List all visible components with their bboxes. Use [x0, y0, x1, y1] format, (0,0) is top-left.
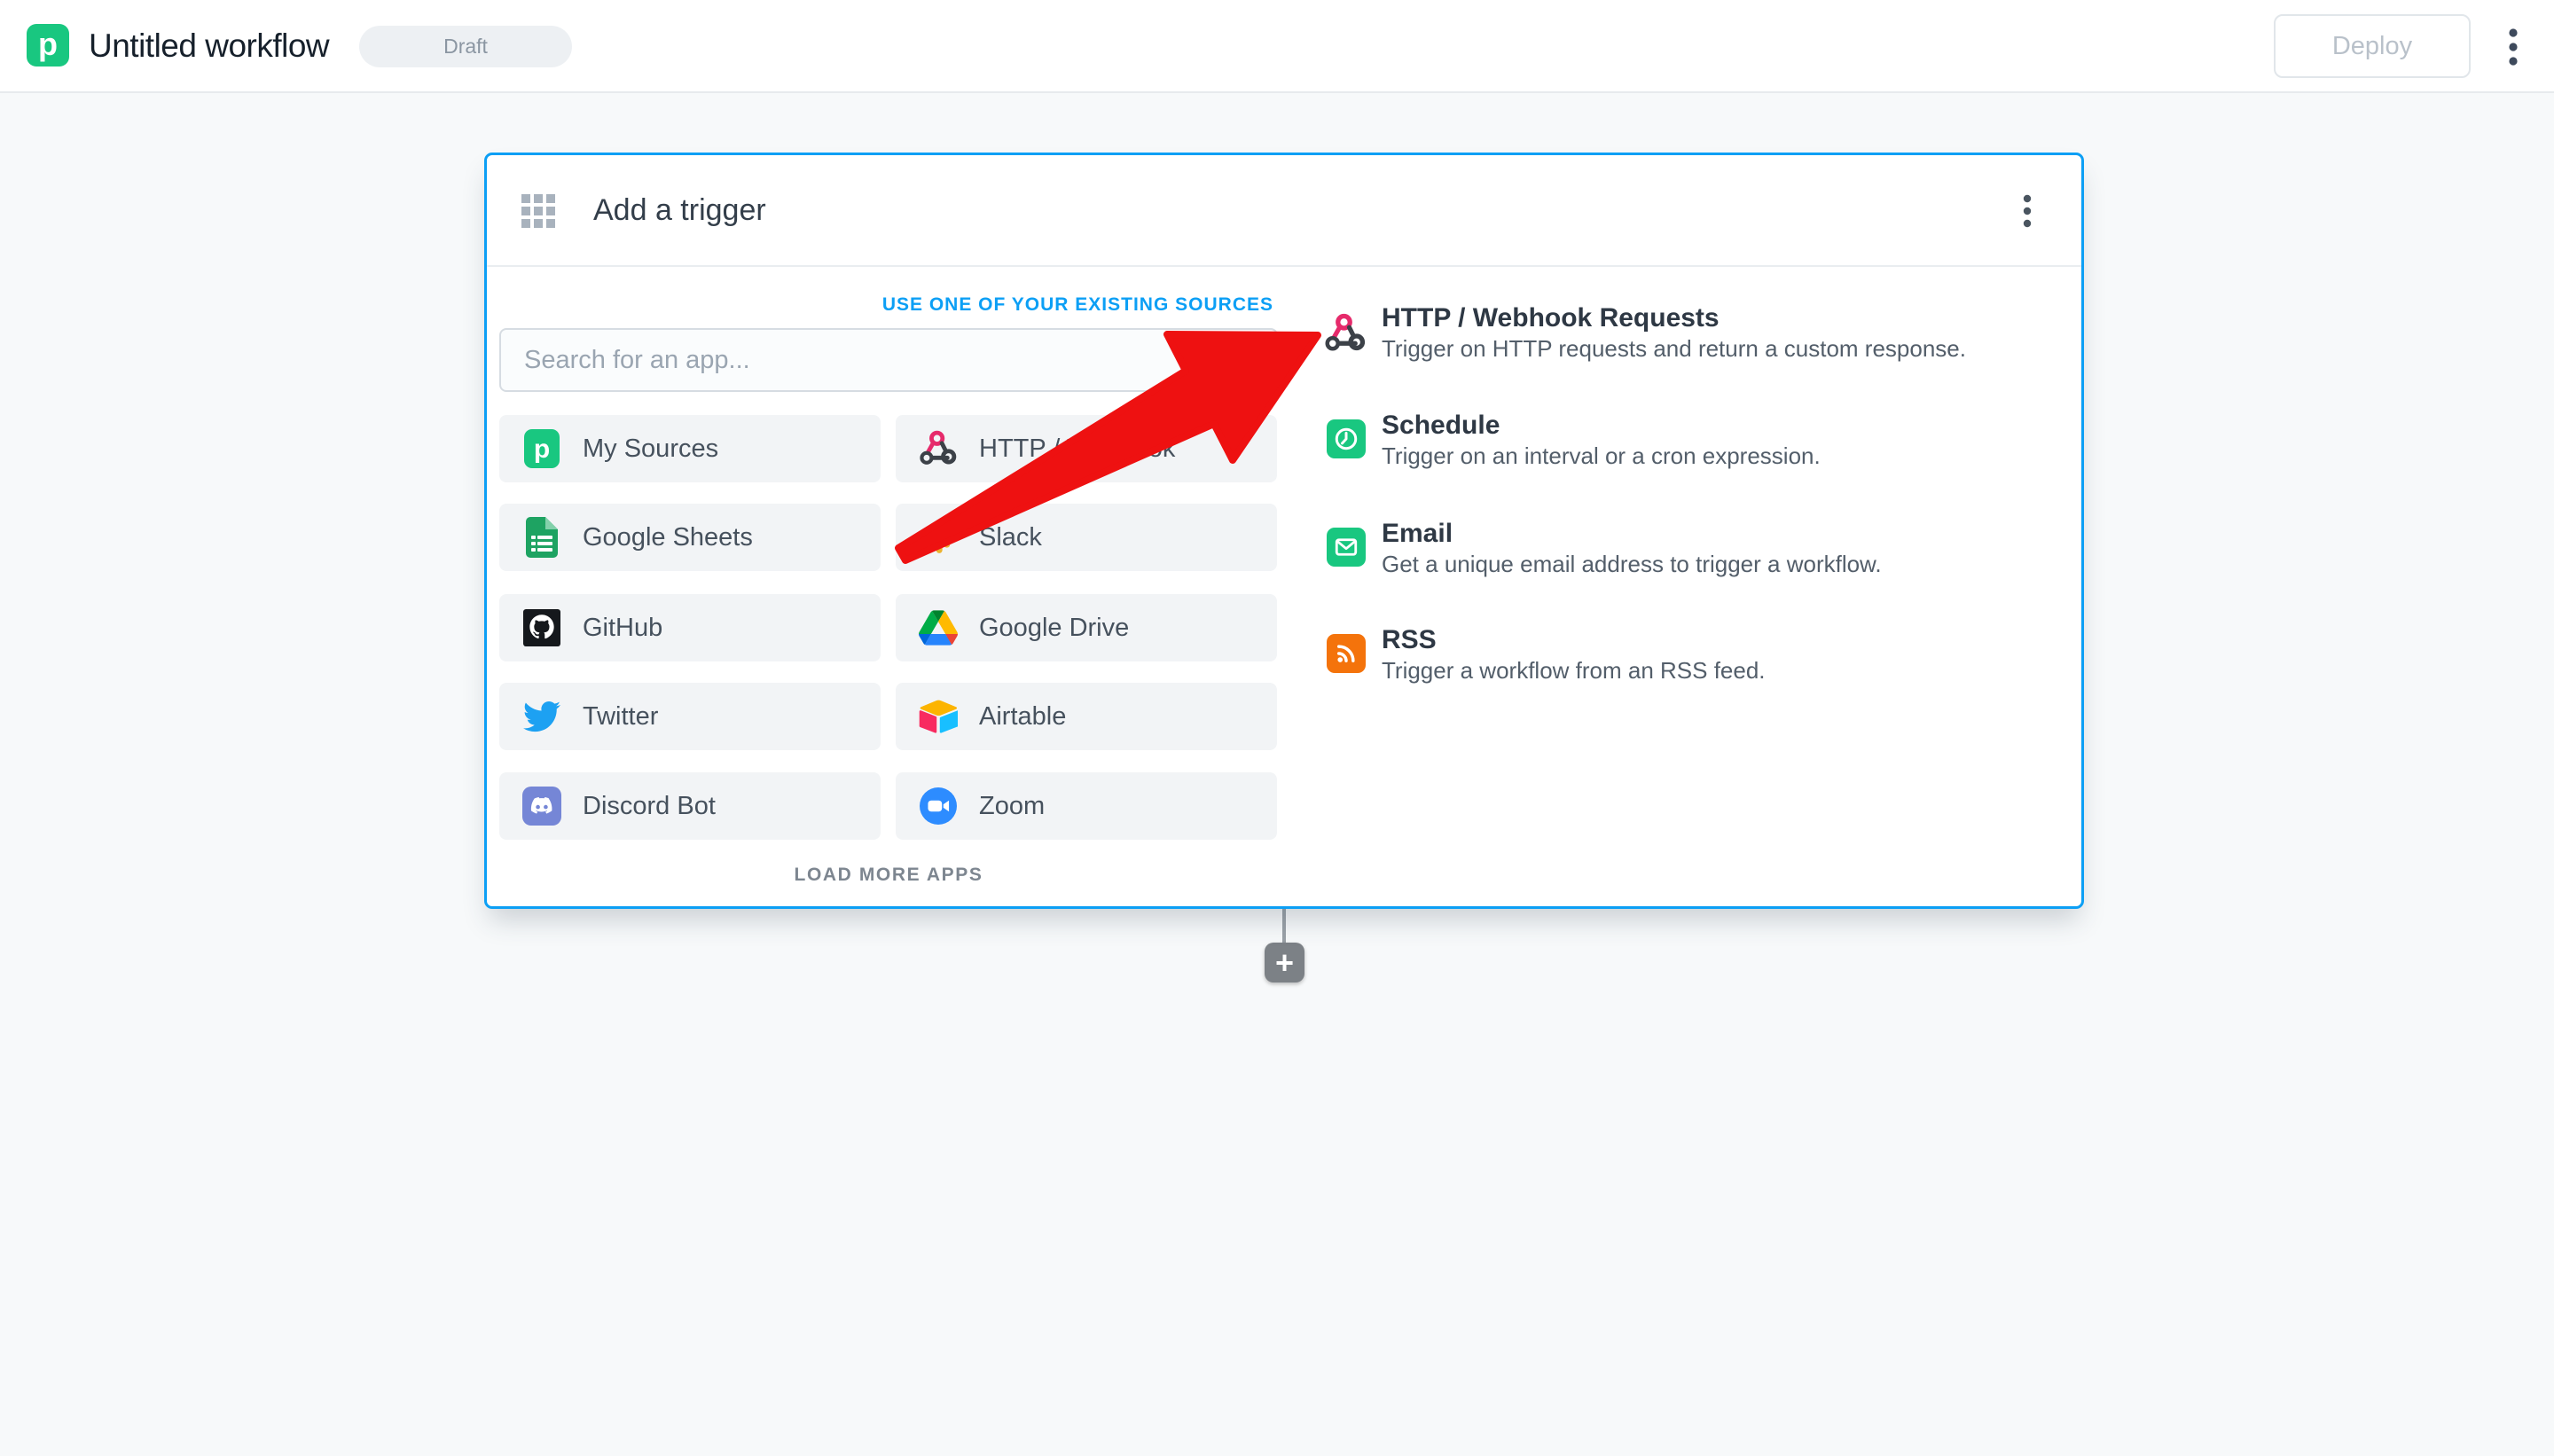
status-badge: Draft [359, 26, 572, 67]
card-menu-icon[interactable] [2019, 194, 2035, 228]
app-tile-airtable[interactable]: Airtable [896, 683, 1277, 750]
svg-text:p: p [534, 434, 550, 464]
app-tile-github[interactable]: GitHub [499, 594, 881, 661]
app-tile-label: Discord Bot [583, 791, 716, 820]
deploy-button[interactable]: Deploy [2274, 14, 2471, 78]
app-tile-google-sheets[interactable]: Google Sheets [499, 504, 881, 571]
trigger-description: Trigger on an interval or a cron express… [1382, 442, 1821, 469]
trigger-description: Trigger a workflow from an RSS feed. [1382, 657, 1766, 684]
slack-icon [919, 518, 958, 557]
workflow-canvas: p Untitled workflow Draft Deploy Add a t… [0, 0, 2554, 1456]
app-tile-label: My Sources [583, 434, 719, 463]
header-menu-icon[interactable] [2504, 27, 2522, 67]
top-bar: p Untitled workflow Draft Deploy [0, 0, 2554, 93]
app-tile-my-sources[interactable]: p My Sources [499, 415, 881, 482]
workflow-title[interactable]: Untitled workflow [89, 0, 330, 91]
webhook-icon [919, 429, 958, 468]
trigger-description: Get a unique email address to trigger a … [1382, 551, 1882, 577]
app-tile-slack[interactable]: Slack [896, 504, 1277, 571]
rss-icon [1327, 634, 1366, 673]
app-tile-label: HTTP / Webhook [979, 434, 1176, 463]
app-tile-label: Airtable [979, 701, 1067, 731]
app-tile-label: Google Sheets [583, 522, 753, 552]
trigger-title: Schedule [1382, 411, 1500, 440]
app-tile-twitter[interactable]: Twitter [499, 683, 881, 750]
google-sheets-icon [522, 517, 561, 558]
app-search-input[interactable] [499, 328, 1278, 392]
clock-icon [1327, 419, 1366, 458]
trigger-item-email[interactable]: Email Get a unique email address to trig… [1327, 517, 2036, 613]
app-tile-google-drive[interactable]: Google Drive [896, 594, 1277, 661]
card-header: Add a trigger [487, 155, 2081, 267]
app-tile-label: Twitter [583, 701, 659, 731]
load-more-apps-link[interactable]: LOAD MORE APPS [499, 865, 1278, 886]
card-title: Add a trigger [593, 192, 766, 227]
airtable-icon [919, 697, 958, 736]
google-drive-icon [919, 608, 958, 647]
trigger-item-http-webhook[interactable]: HTTP / Webhook Requests Trigger on HTTP … [1325, 301, 2036, 397]
app-tile-zoom[interactable]: Zoom [896, 772, 1277, 840]
trigger-description: Trigger on HTTP requests and return a cu… [1382, 335, 1966, 362]
add-step-button[interactable]: + [1265, 943, 1304, 982]
app-tile-label: GitHub [583, 613, 663, 642]
app-tile-label: Google Drive [979, 613, 1130, 642]
pipedream-icon: p [522, 429, 561, 468]
trigger-title: HTTP / Webhook Requests [1382, 303, 1720, 333]
trigger-title: Email [1382, 519, 1453, 548]
connector-line [1282, 909, 1286, 944]
github-icon [522, 608, 561, 647]
app-tile-discord-bot[interactable]: Discord Bot [499, 772, 881, 840]
add-trigger-card: Add a trigger USE ONE OF YOUR EXISTING S… [484, 153, 2084, 909]
drag-handle-icon[interactable] [521, 194, 555, 228]
webhook-icon [1325, 312, 1366, 351]
app-tile-label: Zoom [979, 791, 1046, 820]
app-tile-label: Slack [979, 522, 1042, 552]
trigger-title: RSS [1382, 625, 1437, 654]
trigger-item-schedule[interactable]: Schedule Trigger on an interval or a cro… [1327, 409, 2036, 505]
email-icon [1327, 528, 1366, 567]
pipedream-logo[interactable]: p [27, 24, 69, 67]
twitter-icon [522, 697, 561, 736]
existing-sources-link[interactable]: USE ONE OF YOUR EXISTING SOURCES [499, 294, 1273, 316]
zoom-icon [919, 787, 958, 826]
trigger-item-rss[interactable]: RSS Trigger a workflow from an RSS feed. [1327, 623, 2036, 719]
app-tile-http-webhook[interactable]: HTTP / Webhook [896, 415, 1277, 482]
discord-icon [522, 787, 561, 826]
